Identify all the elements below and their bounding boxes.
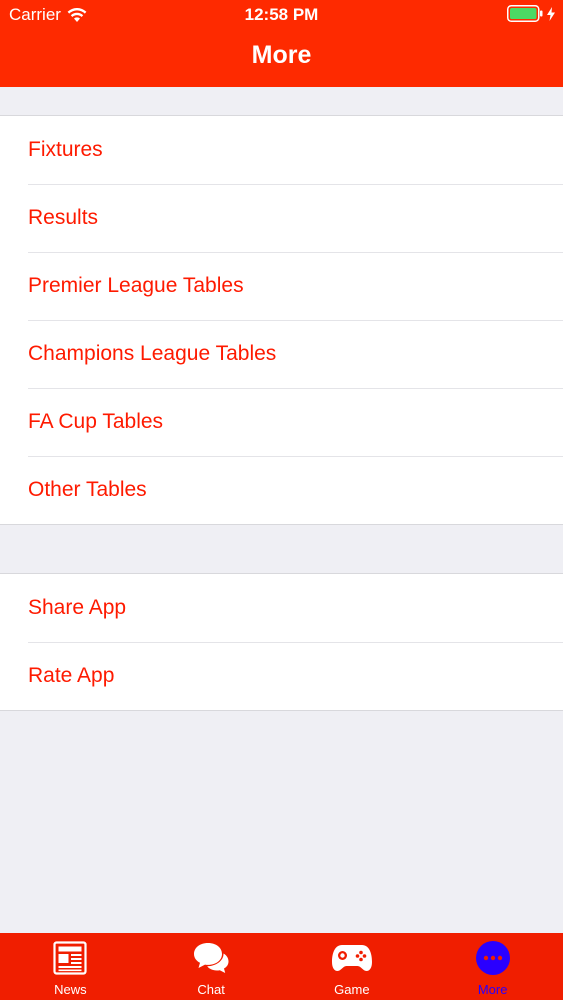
menu-item-other-tables[interactable]: Other Tables [0,456,563,524]
menu-item-label: FA Cup Tables [28,410,164,433]
tab-chat[interactable]: Chat [141,933,282,1000]
app-menu-group: Share App Rate App [0,573,563,711]
battery-icon [507,5,543,22]
tab-label: Game [334,982,370,997]
menu-item-premier-league-tables[interactable]: Premier League Tables [0,252,563,320]
menu-item-champions-league-tables[interactable]: Champions League Tables [0,320,563,388]
menu-item-share-app[interactable]: Share App [0,574,563,642]
tab-label: Chat [197,982,225,997]
menu-item-label: Champions League Tables [28,342,277,365]
tables-menu-group: Fixtures Results Premier League Tables C… [0,115,563,525]
status-bar: Carrier 12:58 PM [0,0,563,30]
tab-more[interactable]: More [422,933,563,1000]
tab-game[interactable]: Game [282,933,423,1000]
menu-item-label: Fixtures [28,138,103,161]
battery-indicator [507,5,555,22]
gamepad-icon [331,945,372,971]
chat-bubbles-icon [194,943,229,973]
menu-item-label: Results [28,206,99,229]
menu-item-label: Share App [28,596,127,619]
tab-label: More [477,982,508,997]
menu-item-fa-cup-tables[interactable]: FA Cup Tables [0,388,563,456]
menu-item-label: Premier League Tables [28,274,244,297]
header: Carrier 12:58 PM More [0,0,563,87]
menu-item-label: Rate App [28,664,115,687]
page-title: More [251,41,312,69]
menu-item-label: Other Tables [28,478,147,501]
charging-bolt-icon [547,6,555,21]
status-time: 12:58 PM [244,5,319,24]
tab-label: News [54,982,87,997]
tab-news[interactable]: News [0,933,141,1000]
tab-bar: News Chat Game More [0,933,563,1000]
newspaper-icon [53,941,87,975]
menu-item-rate-app[interactable]: Rate App [0,642,563,710]
more-dots-icon [475,941,510,975]
menu-item-results[interactable]: Results [0,184,563,252]
menu-item-fixtures[interactable]: Fixtures [0,116,563,184]
